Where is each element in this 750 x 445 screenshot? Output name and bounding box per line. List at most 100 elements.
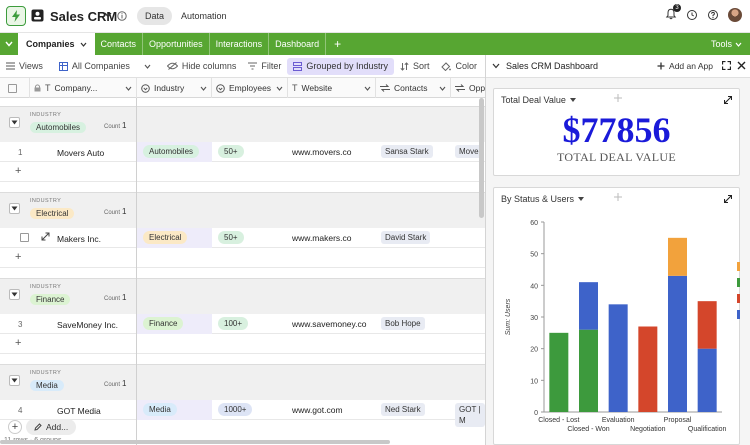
column-header-website[interactable]: T Website <box>288 78 376 98</box>
expand-icon[interactable] <box>724 96 732 104</box>
sort-button[interactable]: Sort <box>394 58 436 75</box>
history-icon[interactable] <box>686 9 698 21</box>
add-row-button[interactable]: + <box>0 162 137 182</box>
chevron-down-icon <box>439 86 446 91</box>
y-tick-label: 20 <box>530 347 538 354</box>
employees-pill[interactable]: 50+ <box>218 231 244 244</box>
tab-interactions[interactable]: Interactions <box>210 33 270 55</box>
x-tick-label: Proposal <box>664 417 692 424</box>
tables-menu-button[interactable] <box>0 33 18 55</box>
column-label: Company... <box>54 83 98 93</box>
tab-contacts[interactable]: Contacts <box>95 33 144 55</box>
website-cell[interactable]: www.movers.co <box>292 147 352 157</box>
table-row[interactable]: 3 SaveMoney Inc. Finance 100+ www.savemo… <box>0 314 485 334</box>
group-label: Grouped by Industry <box>306 61 388 71</box>
company-cell[interactable]: SaveMoney Inc. <box>57 320 118 330</box>
view-switcher[interactable]: All Companies <box>53 58 157 75</box>
table-nav-bar: Companies Contacts Opportunities Interac… <box>0 33 750 55</box>
chevron-down-icon[interactable] <box>104 12 112 18</box>
add-record-control: + Add... <box>8 419 77 435</box>
base-icon <box>31 9 44 22</box>
employees-pill[interactable]: 50+ <box>218 145 244 158</box>
column-header-opportunities[interactable]: Opp <box>451 78 485 98</box>
column-header-employees[interactable]: Employees <box>212 78 288 98</box>
group-collapse-button[interactable] <box>9 375 20 386</box>
legend-swatch <box>737 294 740 303</box>
filter-label: Filter <box>261 61 282 71</box>
avatar[interactable] <box>728 8 742 22</box>
fullscreen-icon[interactable] <box>722 61 731 70</box>
legend-swatch <box>737 278 740 287</box>
add-record-button[interactable]: + <box>8 420 22 434</box>
add-row-button[interactable]: + <box>0 248 137 268</box>
industry-cell[interactable]: Finance <box>137 314 212 334</box>
website-cell[interactable]: www.savemoney.co <box>292 319 366 329</box>
text-field-icon: T <box>45 83 51 93</box>
card-title[interactable]: Total Deal Value <box>501 95 576 105</box>
expand-icon[interactable] <box>724 195 732 203</box>
contact-link[interactable]: Bob Hope <box>381 317 425 330</box>
company-cell[interactable]: Makers Inc. <box>57 234 101 244</box>
group-collapse-button[interactable] <box>9 203 20 214</box>
count-label: Count <box>104 210 121 216</box>
vertical-scrollbar[interactable] <box>479 98 484 218</box>
x-tick-label: Closed - Lost <box>538 417 579 424</box>
x-tick-label: Qualification <box>688 426 727 433</box>
add-table-button[interactable]: + <box>326 33 349 55</box>
chevron-down-icon <box>5 41 13 47</box>
card-title[interactable]: By Status & Users <box>501 194 585 204</box>
group-collapse-button[interactable] <box>9 289 20 300</box>
column-header-contacts[interactable]: Contacts <box>376 78 451 98</box>
contact-link[interactable]: Sansa Stark <box>381 145 433 158</box>
column-header-company[interactable]: T Company... <box>30 78 137 98</box>
chevron-down-icon[interactable] <box>80 42 87 47</box>
column-header-industry[interactable]: Industry <box>137 78 212 98</box>
group-collapse-button[interactable] <box>9 117 20 128</box>
view-toolbar: Views All Companies Hide columns Filter … <box>0 55 485 78</box>
company-cell[interactable]: Movers Auto <box>57 148 104 158</box>
color-button[interactable]: Color <box>435 58 483 75</box>
add-row-button[interactable]: + <box>0 334 137 354</box>
info-icon[interactable] <box>117 11 127 21</box>
bar-segment <box>697 301 717 349</box>
filter-button[interactable]: Filter <box>242 58 287 75</box>
horizontal-scrollbar[interactable] <box>0 440 390 444</box>
tab-opportunities[interactable]: Opportunities <box>143 33 210 55</box>
help-icon[interactable] <box>707 9 719 21</box>
contact-link[interactable]: David Stark <box>381 231 431 244</box>
count-label: Count <box>104 296 121 302</box>
column-label: Industry <box>154 83 185 93</box>
tab-dashboard[interactable]: Dashboard <box>269 33 327 55</box>
row-checkbox[interactable] <box>20 233 29 242</box>
group-field-label: INDUSTRY <box>30 198 62 204</box>
employees-pill[interactable]: 100+ <box>218 317 249 330</box>
drag-handle-icon[interactable] <box>614 94 622 102</box>
chevron-down-icon[interactable] <box>492 63 500 69</box>
tab-automation[interactable]: Automation <box>181 7 227 25</box>
add-app-button[interactable]: Add an App <box>657 61 713 71</box>
group-field-label: INDUSTRY <box>30 112 62 118</box>
tab-companies[interactable]: Companies <box>18 33 95 55</box>
hide-columns-button[interactable]: Hide columns <box>161 58 243 75</box>
industry-cell[interactable]: Electrical <box>137 228 212 248</box>
add-options-button[interactable]: Add... <box>26 419 77 435</box>
bar-segment <box>579 282 598 330</box>
table-row[interactable]: 1 Movers Auto Automobiles 50+ www.movers… <box>0 142 485 162</box>
app-logo[interactable] <box>6 6 26 26</box>
legend-swatch <box>737 310 740 319</box>
chevron-down-icon <box>11 378 18 383</box>
chevron-down-icon <box>11 206 18 211</box>
website-cell[interactable]: www.makers.co <box>292 233 352 243</box>
table-row[interactable]: Makers Inc. Electrical 50+ www.makers.co… <box>0 228 485 248</box>
select-all-checkbox[interactable] <box>8 83 17 93</box>
expand-record-icon[interactable] <box>41 232 50 241</box>
drag-handle-icon[interactable] <box>614 193 622 201</box>
tab-data[interactable]: Data <box>137 7 173 25</box>
close-icon[interactable] <box>737 61 746 70</box>
dashboard-header: Sales CRM Dashboard Add an App <box>486 55 750 78</box>
notifications[interactable]: 3 <box>665 4 681 22</box>
group-button[interactable]: Grouped by Industry <box>287 57 394 75</box>
views-button[interactable]: Views <box>0 58 49 75</box>
industry-cell[interactable]: Automobiles <box>137 142 212 162</box>
tools-menu[interactable]: Tools <box>711 33 742 55</box>
